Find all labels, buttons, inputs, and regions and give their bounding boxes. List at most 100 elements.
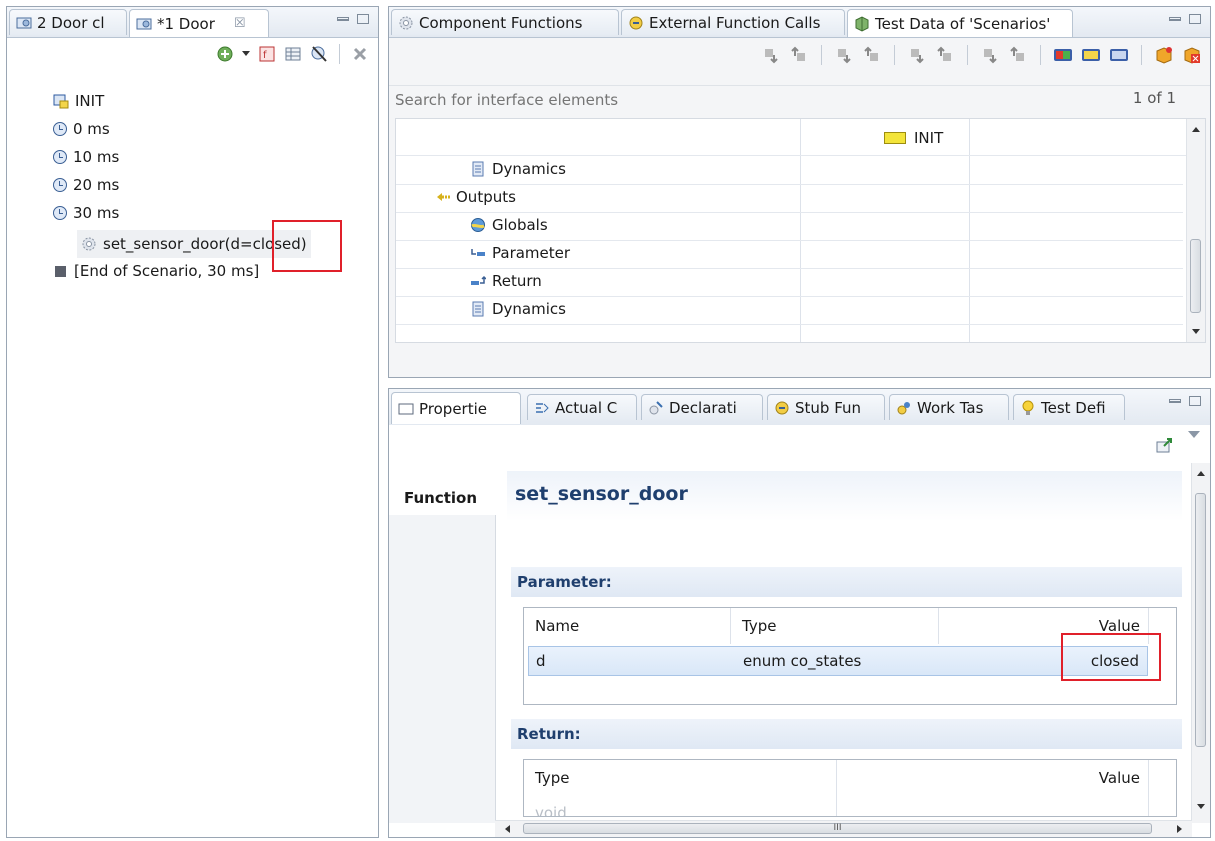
scenario-editor-pane: 2 Door cl *1 Door ☒ f INIT 0 ms 10 ms 20… — [6, 6, 379, 838]
test-data-toolbar — [389, 40, 1210, 70]
color-red-green-icon[interactable] — [1053, 45, 1073, 65]
grid-row-return[interactable]: Return — [396, 268, 1183, 297]
return-section-label: Return: — [517, 725, 581, 743]
color-yellow-icon[interactable] — [1081, 45, 1101, 65]
view-menu-icon[interactable] — [1188, 431, 1200, 438]
grid-vertical-scrollbar[interactable] — [1186, 119, 1205, 342]
tree-item-10ms[interactable]: 10 ms — [53, 145, 119, 169]
scroll-left-arrow[interactable] — [505, 825, 510, 833]
delete-package-icon[interactable] — [1182, 45, 1202, 65]
column-divider — [730, 608, 731, 644]
add-step-icon[interactable] — [215, 44, 235, 64]
maximize-icon[interactable] — [357, 14, 369, 24]
tree-item-20ms[interactable]: 20 ms — [53, 173, 119, 197]
scroll-down-arrow[interactable] — [1192, 329, 1200, 334]
disable-icon[interactable] — [309, 44, 329, 64]
init-icon — [53, 94, 69, 109]
scenario-tree: INIT 0 ms 10 ms 20 ms 30 ms set_sensor_d… — [7, 87, 378, 837]
tab-test-data-scenarios[interactable]: Test Data of 'Scenarios' — [847, 9, 1073, 37]
minimize-icon[interactable] — [337, 17, 349, 21]
scroll-up-arrow[interactable] — [1192, 127, 1200, 132]
external-call-icon — [629, 16, 643, 29]
function-call-icon[interactable]: f — [257, 44, 277, 64]
tree-item-end-of-scenario[interactable]: [End of Scenario, 30 ms] — [53, 259, 259, 283]
gear-icon — [399, 16, 413, 29]
column-header-init[interactable]: INIT — [884, 129, 943, 147]
tab-1-door[interactable]: *1 Door ☒ — [129, 9, 269, 37]
move-down-icon[interactable] — [834, 45, 854, 65]
minimize-icon[interactable] — [1169, 399, 1181, 403]
maximize-icon[interactable] — [1189, 14, 1201, 24]
tab-label: Component Functions — [419, 13, 583, 32]
grid-row-label: Return — [492, 272, 542, 290]
move-down-icon[interactable] — [907, 45, 927, 65]
return-type-cell[interactable]: void — [535, 804, 567, 816]
tab-work-tasks[interactable]: Work Tas — [889, 394, 1009, 420]
move-down-icon[interactable] — [761, 45, 781, 65]
maximize-icon[interactable] — [1189, 396, 1201, 406]
tree-item-label: 30 ms — [73, 204, 120, 222]
stub-function-icon — [775, 401, 789, 414]
tab-component-functions[interactable]: Component Functions — [391, 9, 619, 35]
search-bar: 1 of 1 — [389, 85, 1210, 114]
properties-vertical-scrollbar[interactable] — [1191, 463, 1210, 823]
toolbar-separator — [1141, 45, 1142, 65]
parameter-section-header[interactable]: Parameter: — [511, 567, 1182, 597]
scroll-grip: III — [833, 823, 842, 833]
tab-declarations[interactable]: Declarati — [641, 394, 763, 420]
side-tab-function[interactable]: Function — [389, 481, 495, 515]
scroll-thumb[interactable]: III — [523, 823, 1152, 834]
column-header-value[interactable]: Value — [1099, 769, 1140, 787]
move-up-icon[interactable] — [789, 45, 809, 65]
column-header-name[interactable]: Name — [535, 617, 579, 635]
scenario-icon — [16, 17, 32, 28]
grid-row-parameter[interactable]: Parameter — [396, 240, 1183, 269]
tab-2-door[interactable]: 2 Door cl — [9, 9, 127, 35]
param-name-cell[interactable]: d — [536, 652, 546, 670]
tab-stub-functions[interactable]: Stub Fun — [767, 394, 885, 420]
move-up-icon[interactable] — [935, 45, 955, 65]
tree-item-init[interactable]: INIT — [53, 89, 104, 113]
table-icon[interactable] — [283, 44, 303, 64]
tab-test-definition[interactable]: Test Defi — [1013, 394, 1125, 420]
clock-icon — [53, 150, 67, 164]
scroll-up-arrow[interactable] — [1197, 471, 1205, 476]
return-section-header[interactable]: Return: — [511, 719, 1182, 749]
clock-icon — [53, 122, 67, 136]
clock-icon — [53, 206, 67, 220]
tab-label: External Function Calls — [649, 13, 821, 32]
export-icon[interactable] — [1156, 437, 1174, 453]
grid-row-dynamics[interactable]: Dynamics — [396, 296, 1183, 325]
side-tab-label: Function — [404, 489, 478, 507]
table-row[interactable]: d enum co_states closed — [528, 646, 1148, 676]
tab-actual-calls[interactable]: Actual C — [527, 394, 637, 420]
scroll-thumb[interactable] — [1190, 239, 1201, 313]
move-up-icon[interactable] — [862, 45, 882, 65]
package-icon[interactable] — [1154, 45, 1174, 65]
chevron-down-icon[interactable] — [241, 44, 251, 64]
move-up-icon[interactable] — [1008, 45, 1028, 65]
tree-item-0ms[interactable]: 0 ms — [53, 117, 110, 141]
delete-icon[interactable] — [350, 44, 370, 64]
tab-label: Propertie — [419, 399, 487, 418]
move-down-icon[interactable] — [980, 45, 1000, 65]
search-input[interactable] — [393, 88, 1117, 112]
work-task-icon — [897, 401, 910, 414]
color-blue-icon[interactable] — [1109, 45, 1129, 65]
grid-row-globals[interactable]: Globals — [396, 212, 1183, 241]
grid-row-dynamics[interactable]: Dynamics — [396, 156, 1183, 185]
grid-row-outputs[interactable]: Outputs — [396, 184, 1183, 213]
tab-external-function-calls[interactable]: External Function Calls — [621, 9, 845, 35]
scroll-down-arrow[interactable] — [1197, 804, 1205, 809]
side-tab-strip — [389, 515, 496, 823]
scroll-thumb[interactable] — [1195, 493, 1206, 747]
column-header-type[interactable]: Type — [742, 617, 776, 635]
tree-item-30ms[interactable]: 30 ms — [53, 201, 119, 225]
tab-properties[interactable]: Propertie — [391, 392, 521, 424]
scroll-right-arrow[interactable] — [1177, 825, 1182, 833]
param-type-cell[interactable]: enum co_states — [743, 652, 861, 670]
minimize-icon[interactable] — [1169, 17, 1181, 21]
column-header-type[interactable]: Type — [535, 769, 569, 787]
properties-horizontal-scrollbar[interactable]: III — [495, 820, 1192, 837]
close-icon[interactable]: ☒ — [234, 16, 246, 31]
